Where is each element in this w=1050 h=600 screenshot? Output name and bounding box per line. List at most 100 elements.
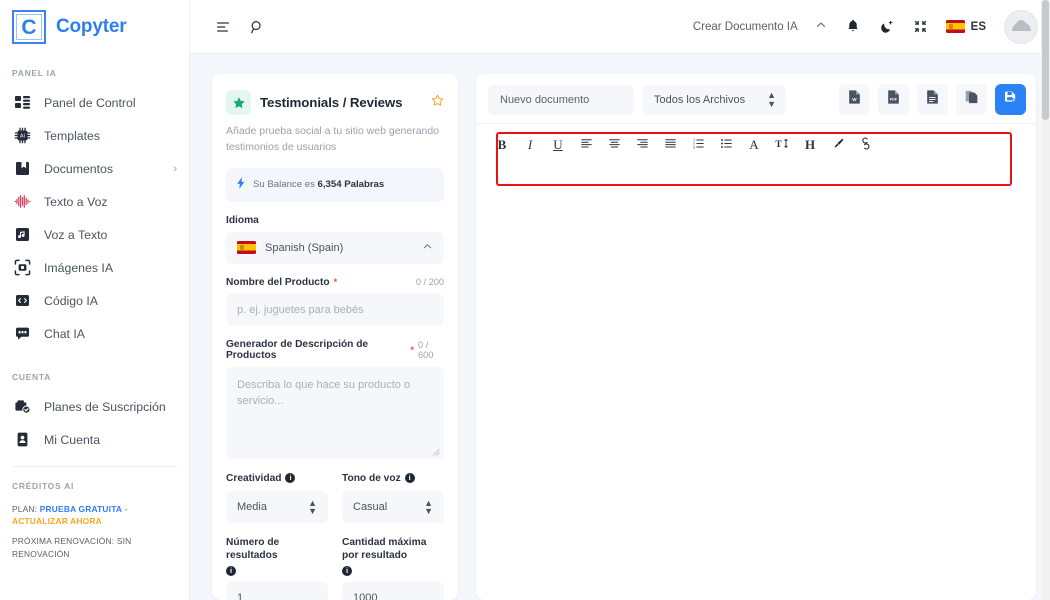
brush-icon [832, 137, 845, 154]
logo-mark-icon: C [12, 10, 46, 44]
field-results-count: Número de resultados i 1 [226, 536, 328, 600]
creativity-select[interactable]: Media ▲ ▼ [226, 490, 328, 523]
avatar[interactable] [1004, 9, 1038, 44]
field-tone: Tono de voz i Casual ▲ ▼ [342, 472, 444, 523]
balance-prefix: Su Balance es [253, 179, 315, 190]
results-label: Número de resultados [226, 536, 280, 561]
svg-text:W: W [852, 97, 857, 102]
brush-button[interactable] [826, 133, 850, 157]
export-word[interactable]: W [839, 84, 870, 115]
bold-button[interactable]: B [490, 133, 514, 157]
info-icon[interactable]: i [342, 566, 352, 577]
product-name-label-row: Nombre del Producto * 0 / 200 [226, 277, 444, 288]
language-code: ES [970, 20, 986, 33]
sidebar-item-chat-ia[interactable]: Chat IA [0, 317, 189, 350]
sidebar-item-mi-cuenta[interactable]: Mi Cuenta [0, 423, 189, 456]
creativity-label: Creatividad [226, 472, 282, 484]
language-selector[interactable]: ES [940, 20, 992, 33]
generator-form-card: Testimonials / Reviews Añade prueba soci… [212, 74, 458, 600]
link-button[interactable] [854, 133, 878, 157]
form-description: Añade prueba social a tu sitio web gener… [226, 125, 440, 153]
tone-label: Tono de voz [342, 472, 401, 484]
text-doc-icon [925, 89, 940, 110]
avatar-glyph [1005, 11, 1037, 43]
create-document-label[interactable]: Crear Documento IA [693, 21, 798, 33]
editor-card: Nuevo documento Todos los Archivos ▲ ▼ W … [476, 74, 1036, 600]
camera-scan-icon [14, 259, 31, 276]
sidebar-item-texto-a-voz[interactable]: Texto a Voz [0, 185, 189, 218]
results-input[interactable]: 1 [226, 582, 328, 600]
font-size-button[interactable]: T [770, 133, 794, 157]
heading-button[interactable]: H [798, 133, 822, 157]
product-name-counter: 0 / 200 [415, 277, 444, 287]
svg-text:PDF: PDF [890, 98, 898, 102]
row-results-amount: Número de resultados i 1 Cantidad máxima… [226, 536, 444, 600]
creativity-label-row: Creatividad i [226, 472, 328, 485]
ordered-list-button[interactable]: 123 [686, 133, 710, 157]
sidebar-divider [12, 466, 177, 467]
sidebar-item-templates[interactable]: AI Templates [0, 119, 189, 152]
results-label-row: Número de resultados i [226, 536, 328, 577]
sidebar-item-documentos[interactable]: Documentos › [0, 152, 189, 185]
description-textarea[interactable]: Describa lo que hace su producto o servi… [226, 366, 444, 459]
document-name-input[interactable]: Nuevo documento [488, 84, 634, 115]
italic-button[interactable]: I [518, 133, 542, 157]
plan-name: PRUEBA GRATUITA [39, 504, 123, 514]
sidebar-item-label: Voz a Texto [44, 227, 108, 242]
unordered-list-button[interactable] [714, 133, 738, 157]
balance-text: Su Balance es 6,354 Palabras [253, 179, 384, 190]
sidebar-item-label: Código IA [44, 293, 99, 308]
file-filter-select[interactable]: Todos los Archivos ▲ ▼ [642, 84, 786, 115]
align-left-button[interactable] [574, 133, 598, 157]
bell-icon[interactable] [838, 12, 868, 42]
brand-logo[interactable]: C Copyter [0, 0, 189, 54]
max-amount-label: Cantidad máxima por resultado [342, 536, 427, 561]
product-name-input[interactable]: p. ej. juguetes para bebés [226, 293, 444, 326]
align-right-button[interactable] [630, 133, 654, 157]
compress-icon[interactable] [906, 12, 936, 42]
info-icon[interactable]: i [285, 473, 296, 484]
align-justify-icon [664, 137, 677, 154]
sidebar-item-imagenes-ia[interactable]: Imágenes IA [0, 251, 189, 284]
editor-body[interactable] [476, 166, 1036, 600]
tone-select[interactable]: Casual ▲ ▼ [342, 490, 444, 523]
font-color-button[interactable]: A [742, 133, 766, 157]
sidebar-item-panel-de-control[interactable]: Panel de Control [0, 86, 189, 119]
copy-document[interactable] [956, 84, 987, 115]
info-icon[interactable]: i [226, 566, 236, 577]
plan-upgrade-link[interactable]: ACTUALIZAR AHORA [12, 516, 102, 526]
form-header: Testimonials / Reviews [226, 90, 444, 115]
sidebar-section-panel: PANEL IA [12, 68, 57, 78]
max-amount-input[interactable]: 1000 [342, 582, 444, 600]
stepper-icon: ▲ ▼ [767, 90, 776, 109]
star-outline-icon[interactable] [431, 94, 444, 112]
description-textarea-wrap: Describa lo que hace su producto o servi… [226, 366, 444, 459]
code-icon [14, 292, 31, 309]
moon-icon[interactable] [872, 12, 902, 42]
sidebar-item-voz-a-texto[interactable]: Voz a Texto [0, 218, 189, 251]
brand-name: Copyter [56, 16, 127, 37]
sidebar-section-account: CUENTA [12, 372, 51, 382]
chat-icon [14, 325, 31, 342]
resize-grip-icon[interactable] [431, 447, 440, 456]
page-scrollbar-thumb[interactable] [1042, 0, 1049, 120]
search-icon[interactable] [242, 12, 272, 42]
info-icon[interactable]: i [404, 473, 415, 484]
export-pdf[interactable]: PDF [878, 84, 909, 115]
creativity-value: Media [237, 500, 267, 513]
menu-icon[interactable] [208, 12, 238, 42]
save-document[interactable] [995, 84, 1026, 115]
field-product-description: Generador de Descripción de Productos * … [226, 339, 444, 459]
sidebar-item-planes-de-suscripcion[interactable]: Planes de Suscripción [0, 390, 189, 423]
sidebar-item-label: Chat IA [44, 326, 86, 341]
language-select[interactable]: Spanish (Spain) [226, 231, 444, 264]
underline-button[interactable]: U [546, 133, 570, 157]
chevron-up-icon[interactable] [808, 19, 834, 34]
export-text[interactable] [917, 84, 948, 115]
form-title: Testimonials / Reviews [260, 95, 403, 110]
main-area: Crear Documento IA ES Testimonials / Rev… [190, 0, 1050, 600]
align-center-button[interactable] [602, 133, 626, 157]
align-justify-button[interactable] [658, 133, 682, 157]
page-scrollbar[interactable] [1041, 0, 1050, 600]
sidebar-item-codigo-ia[interactable]: Código IA [0, 284, 189, 317]
